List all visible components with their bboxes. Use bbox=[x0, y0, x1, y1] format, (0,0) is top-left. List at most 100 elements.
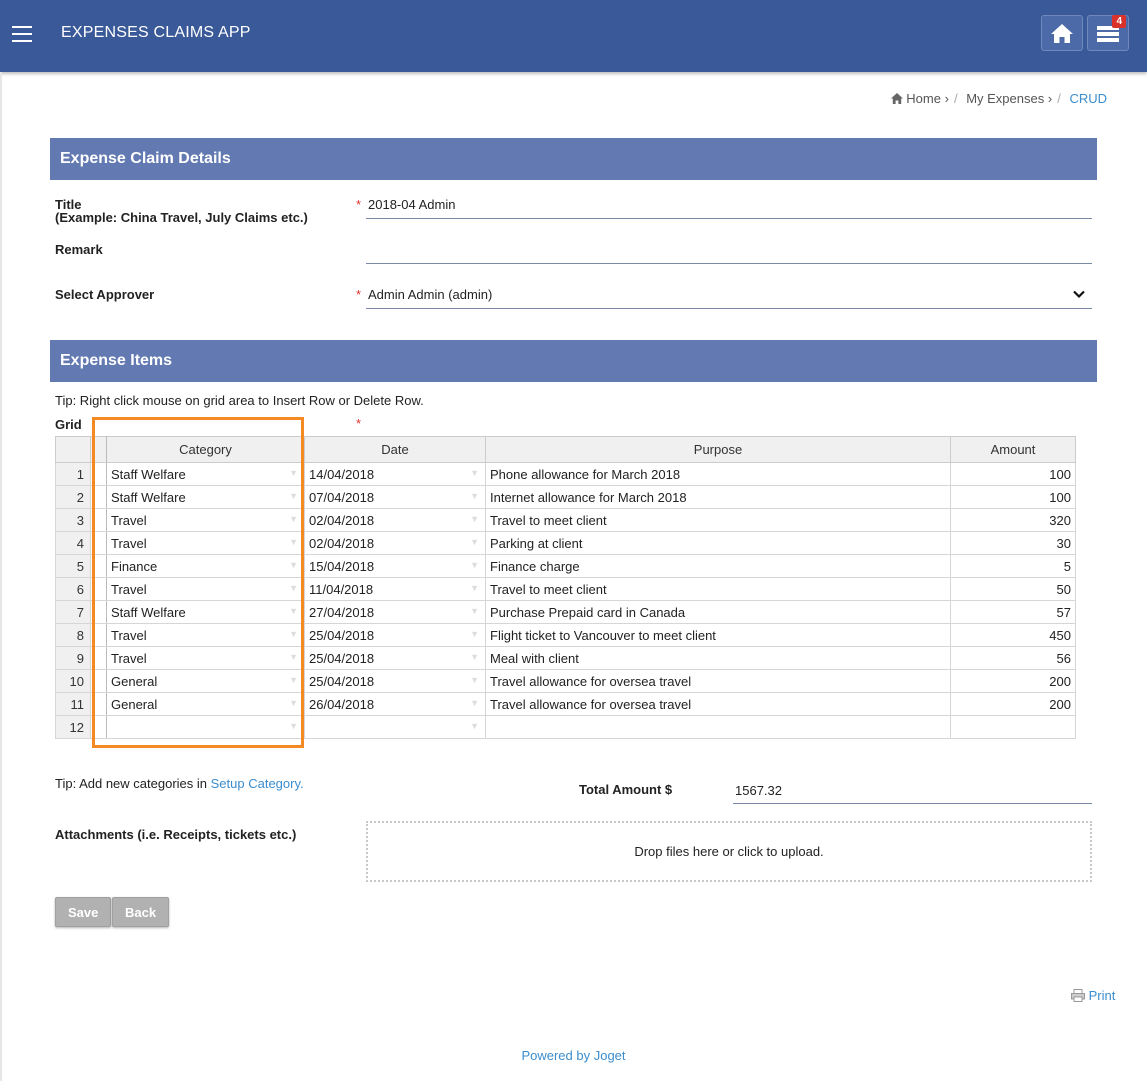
home-button[interactable] bbox=[1041, 15, 1083, 51]
menu-icon[interactable] bbox=[12, 26, 32, 42]
grid-gutter bbox=[90, 436, 107, 463]
attachments-label: Attachments (i.e. Receipts, tickets etc.… bbox=[55, 827, 297, 842]
inbox-button[interactable]: 4 bbox=[1087, 15, 1129, 51]
row-number: 1 bbox=[55, 462, 91, 486]
app-title: EXPENSES CLAIMS APP bbox=[61, 24, 251, 41]
title-input[interactable]: 2018-04 Admin bbox=[366, 193, 1092, 219]
save-button[interactable]: Save bbox=[55, 897, 112, 927]
table-row[interactable]: 4 Travel02/04/2018Parking at client30 bbox=[55, 531, 1076, 555]
row-number: 7 bbox=[55, 600, 91, 624]
print-button[interactable]: Print bbox=[1071, 988, 1115, 1003]
category-cell[interactable]: Travel bbox=[106, 508, 305, 532]
approver-select[interactable]: Admin Admin (admin) bbox=[366, 283, 1092, 309]
purpose-cell[interactable]: Travel allowance for oversea travel bbox=[485, 692, 951, 716]
category-cell[interactable]: General bbox=[106, 669, 305, 693]
amount-cell[interactable]: 200 bbox=[950, 692, 1076, 716]
category-cell[interactable]: Travel bbox=[106, 646, 305, 670]
table-row[interactable]: 5Finance15/04/2018Finance charge5 bbox=[55, 554, 1076, 578]
amount-cell[interactable]: 5 bbox=[950, 554, 1076, 578]
purpose-cell[interactable]: Purchase Prepaid card in Canada bbox=[485, 600, 951, 624]
table-row[interactable]: 1 Staff Welfare14/04/2018Phone allowance … bbox=[55, 462, 1076, 486]
expense-items-header: Expense Items bbox=[50, 340, 1097, 382]
remark-input[interactable] bbox=[366, 238, 1092, 264]
purpose-cell[interactable]: Travel to meet client bbox=[485, 577, 951, 601]
column-header-category[interactable]: Category bbox=[106, 436, 305, 463]
grid-gutter bbox=[90, 692, 107, 716]
date-cell[interactable]: 15/04/2018 bbox=[304, 554, 486, 578]
table-row[interactable]: 12 bbox=[55, 715, 1076, 739]
home-icon bbox=[1051, 24, 1073, 43]
column-header-amount[interactable]: Amount bbox=[950, 436, 1076, 463]
breadcrumb-current[interactable]: CRUD bbox=[1069, 91, 1107, 106]
amount-cell[interactable] bbox=[950, 715, 1076, 739]
purpose-cell[interactable]: Parking at client bbox=[485, 531, 951, 555]
date-cell[interactable]: 27/04/2018 bbox=[304, 600, 486, 624]
file-dropzone[interactable]: Drop files here or click to upload. bbox=[366, 821, 1092, 882]
purpose-cell[interactable]: Travel allowance for oversea travel bbox=[485, 669, 951, 693]
amount-cell[interactable]: 450 bbox=[950, 623, 1076, 647]
sidebar-edge bbox=[0, 72, 2, 1081]
category-cell[interactable]: General bbox=[106, 692, 305, 716]
date-cell[interactable]: 25/04/2018 bbox=[304, 669, 486, 693]
category-cell[interactable] bbox=[106, 715, 305, 739]
amount-cell[interactable]: 30 bbox=[950, 531, 1076, 555]
purpose-cell[interactable]: Meal with client bbox=[485, 646, 951, 670]
row-number: 8 bbox=[55, 623, 91, 647]
amount-cell[interactable]: 320 bbox=[950, 508, 1076, 532]
amount-cell[interactable]: 57 bbox=[950, 600, 1076, 624]
grid-gutter bbox=[90, 485, 107, 509]
column-header-date[interactable]: Date bbox=[304, 436, 486, 463]
purpose-cell[interactable]: Phone allowance for March 2018 bbox=[485, 462, 951, 486]
setup-category-link[interactable]: Setup Category. bbox=[211, 776, 304, 791]
breadcrumb-my-expenses[interactable]: My Expenses bbox=[966, 91, 1044, 106]
category-cell[interactable]: Finance bbox=[106, 554, 305, 578]
table-row[interactable]: 7 Staff Welfare27/04/2018Purchase Prepaid… bbox=[55, 600, 1076, 624]
table-row[interactable]: 10 General25/04/2018Travel allowance for … bbox=[55, 669, 1076, 693]
date-cell[interactable]: 11/04/2018 bbox=[304, 577, 486, 601]
date-cell[interactable]: 07/04/2018 bbox=[304, 485, 486, 509]
amount-cell[interactable]: 100 bbox=[950, 462, 1076, 486]
row-number: 12 bbox=[55, 715, 91, 739]
purpose-cell[interactable]: Flight ticket to Vancouver to meet clien… bbox=[485, 623, 951, 647]
grid-gutter bbox=[90, 715, 107, 739]
date-cell[interactable]: 26/04/2018 bbox=[304, 692, 486, 716]
category-cell[interactable]: Travel bbox=[106, 531, 305, 555]
purpose-cell[interactable]: Travel to meet client bbox=[485, 508, 951, 532]
row-number: 5 bbox=[55, 554, 91, 578]
purpose-cell[interactable] bbox=[485, 715, 951, 739]
expense-grid[interactable]: Category Date Purpose Amount 1 Staff Welf… bbox=[55, 436, 1076, 739]
powered-by-link[interactable]: Powered by Joget bbox=[521, 1048, 625, 1063]
amount-cell[interactable]: 200 bbox=[950, 669, 1076, 693]
purpose-cell[interactable]: Internet allowance for March 2018 bbox=[485, 485, 951, 509]
amount-cell[interactable]: 50 bbox=[950, 577, 1076, 601]
row-number: 3 bbox=[55, 508, 91, 532]
back-button[interactable]: Back bbox=[112, 897, 170, 927]
table-row[interactable]: 2 Staff Welfare07/04/2018Internet allowan… bbox=[55, 485, 1076, 509]
purpose-cell[interactable]: Finance charge bbox=[485, 554, 951, 578]
column-header-purpose[interactable]: Purpose bbox=[485, 436, 951, 463]
date-cell[interactable] bbox=[304, 715, 486, 739]
amount-cell[interactable]: 56 bbox=[950, 646, 1076, 670]
category-cell[interactable]: Staff Welfare bbox=[106, 600, 305, 624]
table-row[interactable]: 3 Travel02/04/2018Travel to meet client32… bbox=[55, 508, 1076, 532]
table-row[interactable]: 9 Travel25/04/2018Meal with client56 bbox=[55, 646, 1076, 670]
category-cell[interactable]: Travel bbox=[106, 623, 305, 647]
date-cell[interactable]: 02/04/2018 bbox=[304, 508, 486, 532]
grid-header-row: Category Date Purpose Amount bbox=[55, 436, 1076, 463]
table-row[interactable]: 11 General26/04/2018Travel allowance for … bbox=[55, 692, 1076, 716]
date-cell[interactable]: 02/04/2018 bbox=[304, 531, 486, 555]
notification-badge: 4 bbox=[1112, 15, 1126, 28]
date-cell[interactable]: 25/04/2018 bbox=[304, 623, 486, 647]
date-cell[interactable]: 14/04/2018 bbox=[304, 462, 486, 486]
breadcrumb-home[interactable]: Home bbox=[906, 91, 941, 106]
required-marker: * bbox=[356, 287, 362, 302]
table-row[interactable]: 6 Travel11/04/2018Travel to meet client50 bbox=[55, 577, 1076, 601]
amount-cell[interactable]: 100 bbox=[950, 485, 1076, 509]
category-cell[interactable]: Travel bbox=[106, 577, 305, 601]
table-row[interactable]: 8 Travel25/04/2018Flight ticket to Vancou… bbox=[55, 623, 1076, 647]
category-cell[interactable]: Staff Welfare bbox=[106, 462, 305, 486]
grid-tip: Tip: Right click mouse on grid area to I… bbox=[55, 393, 424, 408]
date-cell[interactable]: 25/04/2018 bbox=[304, 646, 486, 670]
chevron-down-icon bbox=[1073, 290, 1085, 299]
category-cell[interactable]: Staff Welfare bbox=[106, 485, 305, 509]
